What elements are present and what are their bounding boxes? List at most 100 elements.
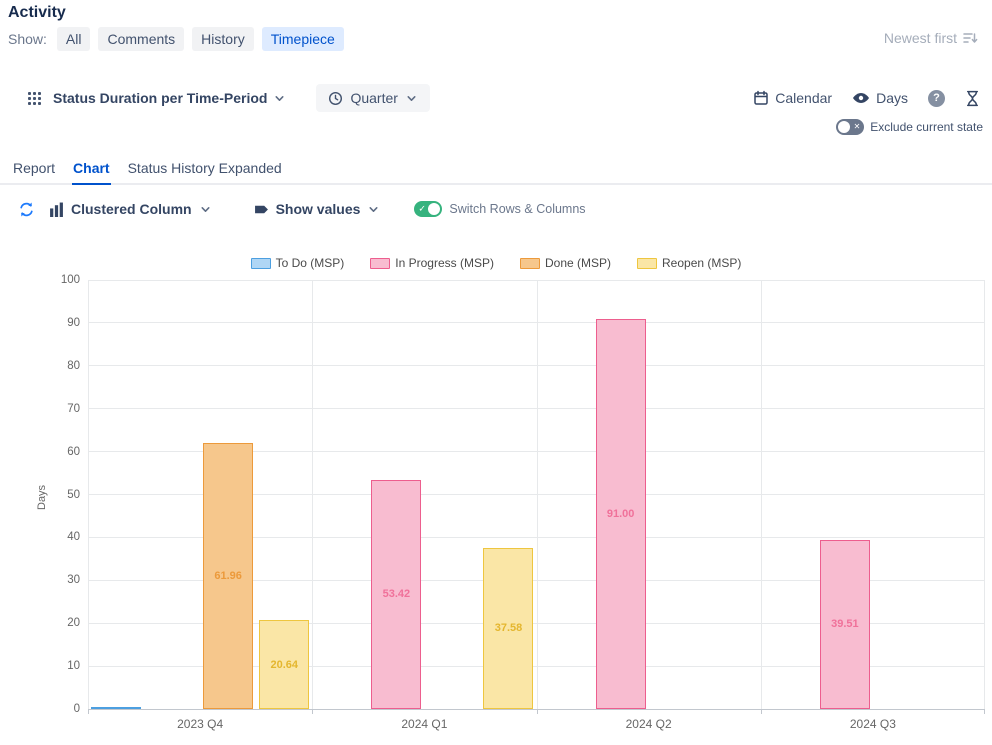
bar-value-label: 53.42 xyxy=(366,588,426,600)
exclude-current-state-toggle[interactable]: ✕ xyxy=(836,119,864,135)
plot-area: 01020304050607080901002023 Q461.9620.642… xyxy=(88,280,985,709)
bar-reopen-msp[interactable]: 37.58 xyxy=(483,548,533,709)
bar-in-progress-msp[interactable]: 39.51 xyxy=(820,540,870,709)
legend-swatch xyxy=(370,258,390,269)
period-select[interactable]: Quarter xyxy=(316,84,429,112)
legend-swatch xyxy=(520,258,540,269)
chart-controls: Clustered Column Show values ✓ Switch Ro… xyxy=(18,197,586,221)
filter-history[interactable]: History xyxy=(192,27,254,51)
chevron-down-icon xyxy=(273,92,286,105)
refresh-icon xyxy=(18,201,35,218)
y-tick-label: 70 xyxy=(42,403,80,415)
toggle-knob xyxy=(838,121,850,133)
gridline-vertical xyxy=(761,280,762,709)
y-tick-label: 90 xyxy=(42,317,80,329)
y-tick-label: 80 xyxy=(42,360,80,372)
x-tick-label: 2024 Q2 xyxy=(537,717,761,731)
exclude-current-state-label: Exclude current state xyxy=(870,120,983,134)
bar-value-label: 91.00 xyxy=(591,508,651,520)
chart-type-select[interactable]: Clustered Column xyxy=(49,201,212,217)
chart-type-label: Clustered Column xyxy=(71,201,192,217)
tab-report[interactable]: Report xyxy=(12,158,56,185)
gridline-vertical xyxy=(88,280,89,709)
activity-filter-row: Show: All Comments History Timepiece xyxy=(8,27,344,51)
toggle-knob xyxy=(428,203,440,215)
y-tick-label: 10 xyxy=(42,660,80,672)
legend-item[interactable]: Reopen (MSP) xyxy=(637,256,741,270)
period-label: Quarter xyxy=(350,90,397,106)
tab-chart[interactable]: Chart xyxy=(72,158,111,185)
y-tick-label: 20 xyxy=(42,617,80,629)
bar-reopen-msp[interactable]: 20.64 xyxy=(259,620,309,709)
y-tick-label: 50 xyxy=(42,489,80,501)
sort-order-label: Newest first xyxy=(884,30,957,46)
bar-value-label: 37.58 xyxy=(478,622,538,634)
sort-order-button[interactable]: Newest first xyxy=(884,30,978,46)
clock-icon xyxy=(328,91,343,106)
grid-icon xyxy=(28,92,41,105)
legend-label: To Do (MSP) xyxy=(276,256,345,270)
sort-desc-icon xyxy=(962,30,978,46)
show-label: Show: xyxy=(8,31,47,47)
y-tick-label: 0 xyxy=(42,703,80,715)
calendar-label: Calendar xyxy=(775,90,832,106)
calendar-icon xyxy=(753,90,769,106)
x-tick-label: 2023 Q4 xyxy=(88,717,312,731)
tab-bar: Report Chart Status History Expanded xyxy=(0,158,992,185)
gridline-vertical xyxy=(984,280,985,709)
value-tag-icon xyxy=(254,202,269,217)
legend-label: Reopen (MSP) xyxy=(662,256,741,270)
column-chart-icon xyxy=(49,202,64,217)
gridline-vertical xyxy=(537,280,538,709)
legend-item[interactable]: To Do (MSP) xyxy=(251,256,345,270)
toggle-off-icon: ✕ xyxy=(854,123,861,131)
filter-timepiece[interactable]: Timepiece xyxy=(262,27,344,51)
hourglass-icon[interactable] xyxy=(965,90,980,107)
unit-select[interactable]: Days xyxy=(852,90,908,106)
y-tick-label: 30 xyxy=(42,574,80,586)
refresh-button[interactable] xyxy=(18,201,35,218)
chevron-down-icon xyxy=(405,92,418,105)
switch-rows-columns-label: Switch Rows & Columns xyxy=(449,202,585,216)
bar-in-progress-msp[interactable]: 91.00 xyxy=(596,319,646,709)
help-icon[interactable]: ? xyxy=(928,90,945,107)
report-toolbar-right: Calendar Days ? xyxy=(753,83,980,113)
page-title: Activity xyxy=(8,4,66,22)
gridline-vertical xyxy=(312,280,313,709)
eye-icon xyxy=(852,91,870,105)
bar-done-msp[interactable]: 61.96 xyxy=(203,443,253,709)
exclude-current-state: ✕ Exclude current state xyxy=(836,119,983,135)
unit-label: Days xyxy=(876,90,908,106)
report-type-select[interactable]: Status Duration per Time-Period xyxy=(53,90,286,106)
tab-status-history-expanded[interactable]: Status History Expanded xyxy=(127,158,283,185)
show-values-label: Show values xyxy=(276,201,361,217)
report-toolbar-left: Status Duration per Time-Period Quarter xyxy=(28,83,430,113)
bar-value-label: 39.51 xyxy=(815,618,875,630)
show-values-select[interactable]: Show values xyxy=(254,201,381,217)
bar-value-label: 20.64 xyxy=(254,659,314,671)
chart-legend: To Do (MSP) In Progress (MSP) Done (MSP) Re… xyxy=(0,256,992,270)
y-tick-label: 100 xyxy=(42,274,80,286)
toggle-on-icon: ✓ xyxy=(418,205,426,214)
legend-swatch xyxy=(251,258,271,269)
bar-in-progress-msp[interactable]: 53.42 xyxy=(371,480,421,709)
y-tick-label: 60 xyxy=(42,446,80,458)
switch-rows-columns-toggle[interactable]: ✓ xyxy=(414,201,442,217)
calendar-button[interactable]: Calendar xyxy=(753,90,832,106)
x-axis-line xyxy=(88,709,985,710)
chevron-down-icon xyxy=(199,203,212,216)
legend-label: In Progress (MSP) xyxy=(395,256,494,270)
x-tick-label: 2024 Q3 xyxy=(761,717,985,731)
legend-label: Done (MSP) xyxy=(545,256,611,270)
x-tick-label: 2024 Q1 xyxy=(312,717,536,731)
legend-item[interactable]: In Progress (MSP) xyxy=(370,256,494,270)
report-type-label: Status Duration per Time-Period xyxy=(53,90,267,106)
legend-swatch xyxy=(637,258,657,269)
y-tick-label: 40 xyxy=(42,531,80,543)
filter-comments[interactable]: Comments xyxy=(98,27,184,51)
legend-item[interactable]: Done (MSP) xyxy=(520,256,611,270)
switch-rows-columns: ✓ Switch Rows & Columns xyxy=(414,201,585,217)
chevron-down-icon xyxy=(367,203,380,216)
bar-value-label: 61.96 xyxy=(198,570,258,582)
filter-all[interactable]: All xyxy=(57,27,91,51)
